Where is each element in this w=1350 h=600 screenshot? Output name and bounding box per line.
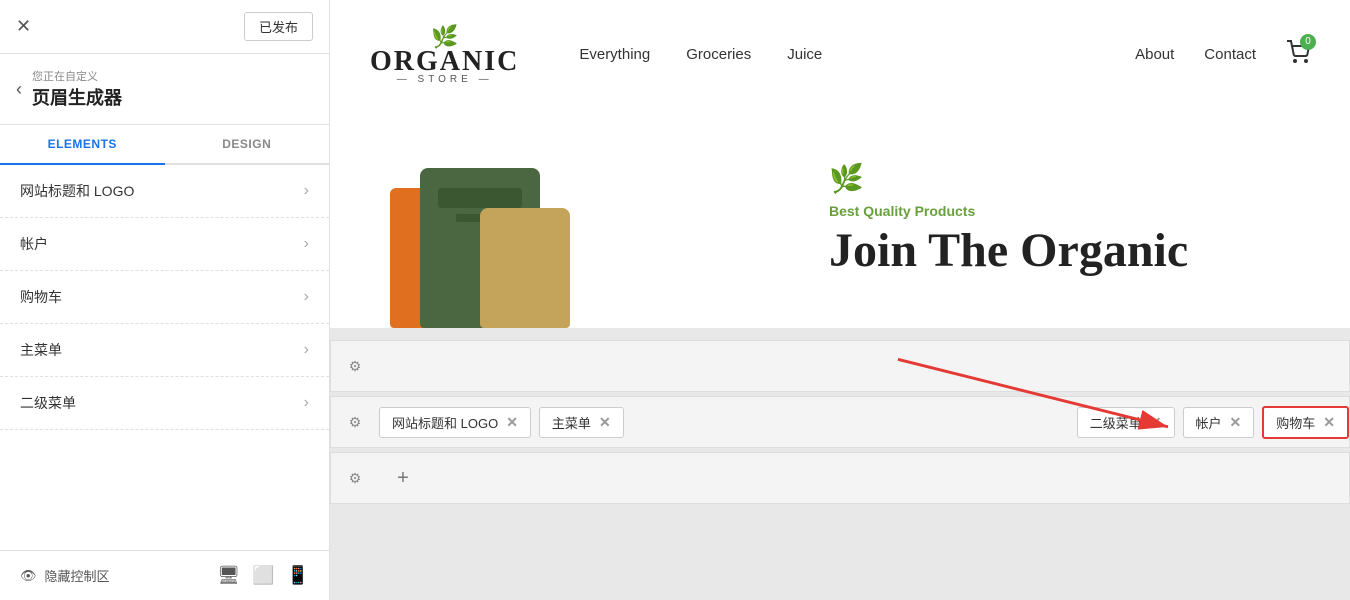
panel-item-cart[interactable]: 购物车 ›: [0, 271, 329, 324]
panel-tabs: ELEMENTS DESIGN: [0, 125, 329, 165]
hide-controls[interactable]: 👁 隐藏控制区: [20, 566, 110, 585]
chip-mainmenu-close[interactable]: ✕: [599, 414, 611, 431]
panel-item-logo[interactable]: 网站标题和 LOGO ›: [0, 165, 329, 218]
chip-mainmenu: 主菜单 ✕: [539, 407, 624, 438]
chip-cart-label: 购物车: [1276, 413, 1315, 432]
chip-logo-label: 网站标题和 LOGO: [392, 413, 498, 432]
chip-cart: 购物车 ✕: [1262, 406, 1349, 439]
mobile-view-icon[interactable]: 📱: [287, 565, 309, 586]
logo-sub: — STORE —: [397, 74, 493, 85]
hero-section-preview: 🌿 Best Quality Products Join The Organic: [330, 108, 1350, 328]
chip-account-close[interactable]: ✕: [1230, 414, 1242, 431]
nav-juice[interactable]: Juice: [787, 46, 822, 63]
builder-row-2-content: 网站标题和 LOGO ✕ 主菜单 ✕ 二级菜单 ✕ 帐户 ✕: [379, 398, 1349, 447]
panel-item-account[interactable]: 帐户 ›: [0, 218, 329, 271]
hero-products: [330, 108, 789, 328]
panel-item-mainmenu[interactable]: 主菜单 ›: [0, 324, 329, 377]
panel-item-submenu[interactable]: 二级菜单 ›: [0, 377, 329, 430]
tab-elements[interactable]: ELEMENTS: [0, 125, 165, 165]
panel-header: ✕ 已发布: [0, 0, 329, 54]
builder-rows-container: ⚙ ⚙ 网站标题和 LOGO ✕ 主菜单 ✕ 二级菜: [330, 340, 1350, 504]
chip-logo-close[interactable]: ✕: [506, 414, 518, 431]
builder-row-1: ⚙: [330, 340, 1350, 392]
product-bag-tan: [480, 208, 570, 328]
chip-logo: 网站标题和 LOGO ✕: [379, 407, 531, 438]
panel-item-cart-arrow: ›: [304, 288, 309, 306]
builder-row-2-gear[interactable]: ⚙: [331, 414, 379, 431]
desktop-view-icon[interactable]: 🖥: [217, 565, 240, 586]
cart-icon-wrap[interactable]: 0: [1286, 40, 1310, 69]
panel-item-submenu-label: 二级菜单: [20, 393, 76, 413]
right-panel: 🌿 ORGANIC — STORE — Everything Groceries…: [330, 0, 1350, 600]
panel-item-submenu-arrow: ›: [304, 394, 309, 412]
cart-badge: 0: [1300, 34, 1316, 50]
published-button[interactable]: 已发布: [244, 12, 313, 41]
chip-account-label: 帐户: [1196, 413, 1222, 432]
builder-row-3-content: +: [379, 459, 1349, 498]
panel-item-mainmenu-arrow: ›: [304, 341, 309, 359]
hero-title: Join The Organic: [829, 227, 1310, 275]
tab-design[interactable]: DESIGN: [165, 125, 330, 163]
chip-submenu-label: 二级菜单: [1090, 413, 1142, 432]
panel-subtitle: 您正在自定义: [32, 68, 122, 84]
panel-item-logo-arrow: ›: [304, 182, 309, 200]
view-icons: 🖥 ⬜ 📱: [217, 565, 309, 586]
chip-cart-close[interactable]: ✕: [1323, 414, 1335, 431]
builder-row-3-gear[interactable]: ⚙: [331, 470, 379, 487]
hero-subtitle: Best Quality Products: [829, 203, 1310, 219]
hero-leaf-icon: 🌿: [829, 162, 1310, 195]
site-header-preview: 🌿 ORGANIC — STORE — Everything Groceries…: [330, 0, 1350, 108]
panel-item-account-label: 帐户: [20, 234, 48, 254]
panel-title-area: ‹ 您正在自定义 页眉生成器: [0, 54, 329, 125]
builder-row-2: ⚙ 网站标题和 LOGO ✕ 主菜单 ✕ 二级菜单 ✕: [330, 396, 1350, 448]
chip-submenu: 二级菜单 ✕: [1077, 407, 1175, 438]
panel-item-mainmenu-label: 主菜单: [20, 340, 62, 360]
chip-account: 帐户 ✕: [1183, 407, 1255, 438]
chip-submenu-close[interactable]: ✕: [1150, 414, 1162, 431]
builder-row-3: ⚙ +: [330, 452, 1350, 504]
add-item-button[interactable]: +: [379, 467, 427, 490]
nav-links: Everything Groceries Juice: [579, 46, 1135, 63]
left-panel: ✕ 已发布 ‹ 您正在自定义 页眉生成器 ELEMENTS DESIGN 网站标…: [0, 0, 330, 600]
close-button[interactable]: ✕: [16, 16, 31, 37]
nav-contact[interactable]: Contact: [1204, 46, 1256, 63]
chip-mainmenu-label: 主菜单: [552, 413, 591, 432]
builder-row-1-content: [379, 358, 1349, 374]
panel-item-cart-label: 购物车: [20, 287, 62, 307]
nav-right: About Contact 0: [1135, 40, 1310, 69]
tablet-view-icon[interactable]: ⬜: [252, 565, 274, 586]
panel-title: 页眉生成器: [32, 84, 122, 110]
panel-title-block: 您正在自定义 页眉生成器: [32, 68, 122, 110]
panel-item-logo-label: 网站标题和 LOGO: [20, 181, 134, 201]
builder-area: ⚙ ⚙ 网站标题和 LOGO ✕ 主菜单 ✕ 二级菜: [330, 328, 1350, 600]
panel-footer: 👁 隐藏控制区 🖥 ⬜ 📱: [0, 550, 329, 600]
builder-row-1-gear[interactable]: ⚙: [331, 358, 379, 375]
nav-everything[interactable]: Everything: [579, 46, 650, 63]
hero-content: 🌿 Best Quality Products Join The Organic: [789, 108, 1350, 328]
eye-icon: 👁: [20, 568, 37, 584]
nav-groceries[interactable]: Groceries: [686, 46, 751, 63]
panel-items-list: 网站标题和 LOGO › 帐户 › 购物车 › 主菜单 › 二级菜单 ›: [0, 165, 329, 550]
back-arrow[interactable]: ‹: [16, 79, 22, 100]
nav-about[interactable]: About: [1135, 46, 1174, 63]
panel-item-account-arrow: ›: [304, 235, 309, 253]
logo-area: 🌿 ORGANIC — STORE —: [370, 24, 519, 85]
hide-controls-label: 隐藏控制区: [45, 566, 110, 585]
